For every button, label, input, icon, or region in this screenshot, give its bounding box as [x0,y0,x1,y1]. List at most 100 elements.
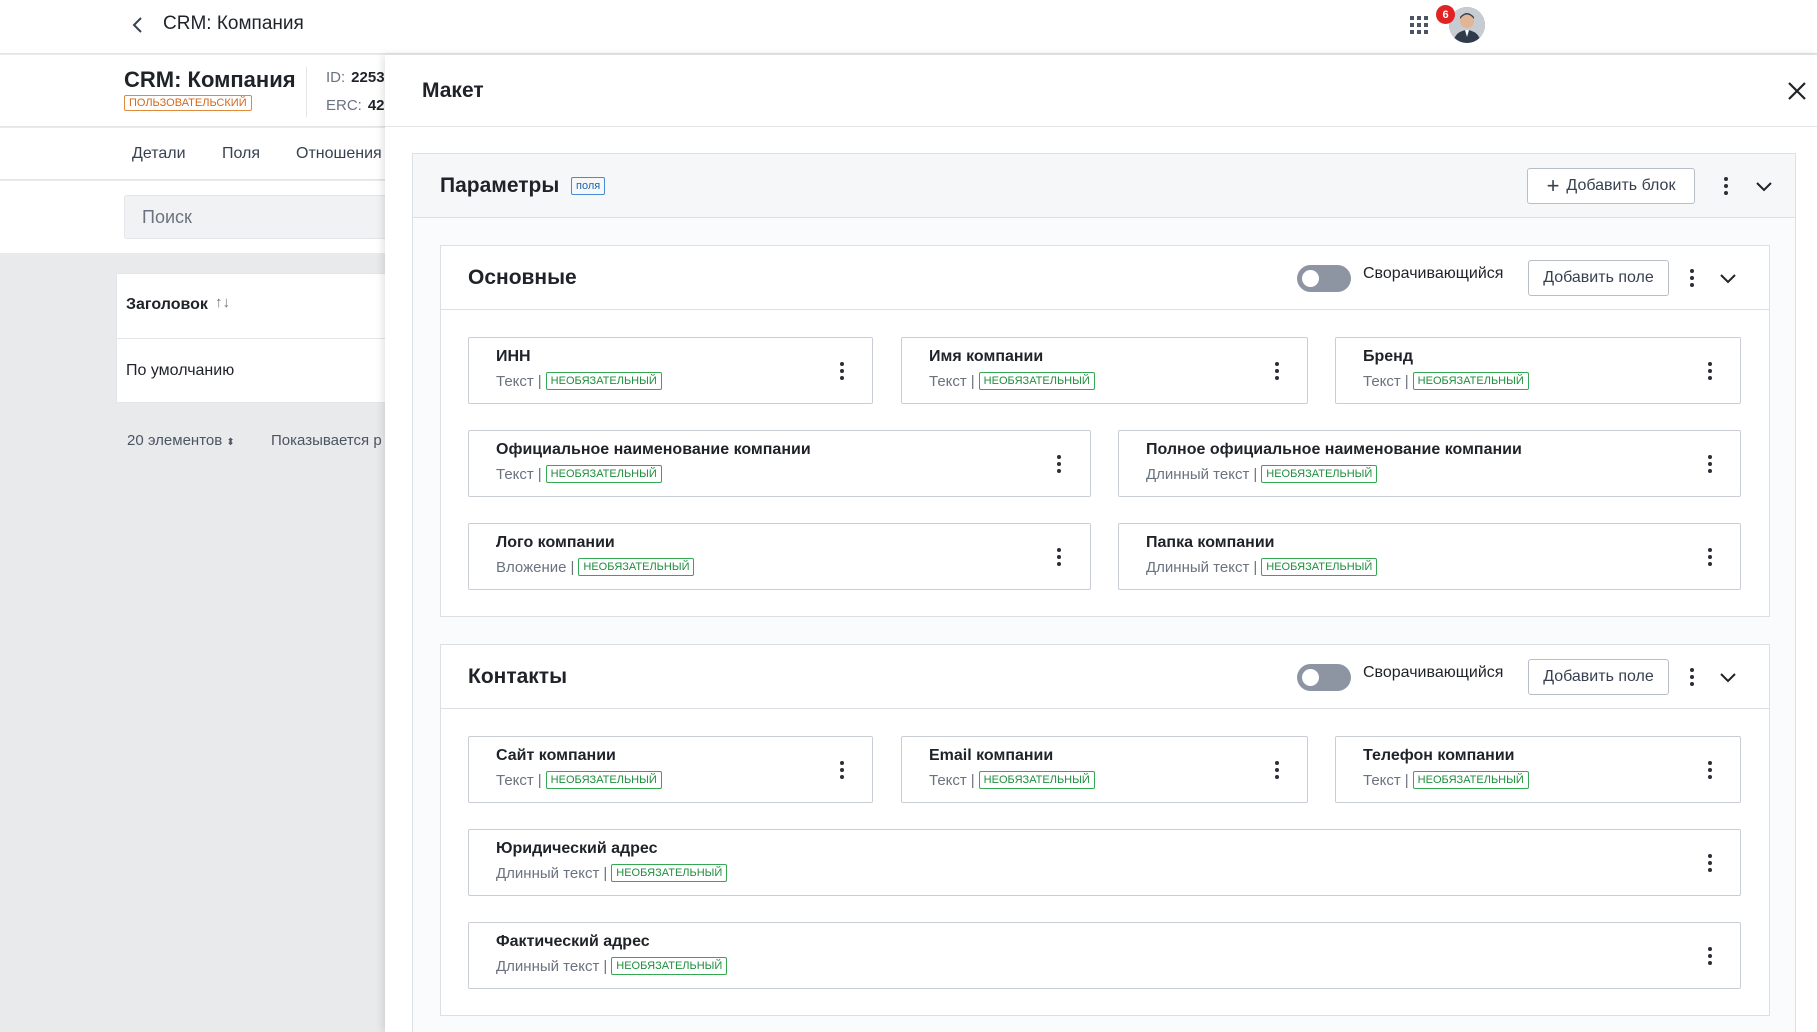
top-bar: CRM: Компания 6 [0,0,1817,54]
field-meta: Длинный текст | НЕОБЯЗАТЕЛЬНЫЙ [1146,558,1378,576]
block-title: Основные [468,266,577,289]
chevron-down-icon[interactable] [1754,176,1774,196]
close-icon[interactable] [1785,79,1809,103]
field-card[interactable]: Папка компании Длинный текст | НЕОБЯЗАТЕЛЬ… [1118,523,1741,590]
entity-tabs: Детали Поля Отношения [0,128,400,180]
field-card[interactable]: Лого компании Вложение | НЕОБЯЗАТЕЛЬНЫЙ [468,523,1091,590]
field-name: Папка компании [1146,534,1275,551]
section-header: Параметры поля + Добавить блок [413,154,1795,218]
row-divider [117,338,415,339]
custom-type-badge: ПОЛЬЗОВАТЕЛЬСКИЙ [124,95,252,111]
field-more-icon[interactable] [1049,450,1069,478]
field-type: Текст [929,771,967,789]
plus-icon: + [1546,173,1560,198]
optional-badge: НЕОБЯЗАТЕЛЬНЫЙ [1412,771,1529,789]
field-meta: Текст | НЕОБЯЗАТЕЛЬНЫЙ [496,465,662,483]
block-title: Контакты [468,665,568,688]
table-row[interactable]: По умолчанию [126,362,234,380]
field-card[interactable]: Телефон компании Текст | НЕОБЯЗАТЕЛЬНЫЙ [1335,736,1741,803]
field-meta: Текст | НЕОБЯЗАТЕЛЬНЫЙ [496,771,662,789]
field-card[interactable]: Официальное наименование компании Текст |… [468,430,1091,497]
optional-badge: НЕОБЯЗАТЕЛЬНЫЙ [611,957,728,975]
header-divider [306,67,307,117]
tab-details[interactable]: Детали [132,145,186,163]
field-name: Email компании [929,747,1054,764]
optional-badge: НЕОБЯЗАТЕЛЬНЫЙ [1261,465,1378,483]
field-type: Длинный текст [1146,465,1250,483]
section-more-icon[interactable] [1716,172,1736,200]
field-meta: Текст | НЕОБЯЗАТЕЛЬНЫЙ [929,771,1095,789]
field-type: Текст [1363,771,1401,789]
search-input[interactable]: Поиск [124,195,424,239]
entity-id: ID: 2253 [326,69,385,86]
field-type: Текст [1363,372,1401,390]
field-meta: Текст | НЕОБЯЗАТЕЛЬНЫЙ [1363,771,1529,789]
chevron-down-icon[interactable] [1718,667,1738,687]
field-meta: Длинный текст | НЕОБЯЗАТЕЛЬНЫЙ [496,957,728,975]
apps-grid-icon[interactable] [1408,14,1430,36]
field-card[interactable]: Имя компании Текст | НЕОБЯЗАТЕЛЬНЫЙ [901,337,1308,404]
column-header-title: Заголовок [126,296,208,313]
sort-icon[interactable]: ↑↓ [215,294,230,311]
field-meta: Текст | НЕОБЯЗАТЕЛЬНЫЙ [929,372,1095,390]
field-meta: Длинный текст | НЕОБЯЗАТЕЛЬНЫЙ [496,864,728,882]
field-more-icon[interactable] [1700,756,1720,784]
field-more-icon[interactable] [1700,849,1720,877]
add-field-button[interactable]: Добавить поле [1528,659,1669,695]
tab-fields[interactable]: Поля [222,145,260,163]
field-more-icon[interactable] [832,756,852,784]
parameters-section: Параметры поля + Добавить блок Основные … [412,153,1796,1032]
collapsible-toggle[interactable] [1297,265,1351,292]
field-card[interactable]: Полное официальное наименование компании… [1118,430,1741,497]
tab-relations[interactable]: Отношения [296,145,382,163]
field-type: Текст [496,465,534,483]
field-card[interactable]: Фактический адрес Длинный текст | НЕОБЯЗАТ… [468,922,1741,989]
field-name: Официальное наименование компании [496,441,811,458]
field-more-icon[interactable] [832,357,852,385]
collapsible-toggle[interactable] [1297,664,1351,691]
add-block-button[interactable]: + Добавить блок [1527,168,1695,204]
block-more-icon[interactable] [1682,264,1702,292]
layouts-table: Заголовок ↑↓ По умолчанию [116,273,416,403]
field-more-icon[interactable] [1700,942,1720,970]
field-card[interactable]: Email компании Текст | НЕОБЯЗАТЕЛЬНЫЙ [901,736,1308,803]
field-card[interactable]: Сайт компании Текст | НЕОБЯЗАТЕЛЬНЫЙ [468,736,873,803]
optional-badge: НЕОБЯЗАТЕЛЬНЫЙ [611,864,728,882]
optional-badge: НЕОБЯЗАТЕЛЬНЫЙ [545,372,662,390]
search-area: Поиск [0,181,424,253]
field-card[interactable]: ИНН Текст | НЕОБЯЗАТЕЛЬНЫЙ [468,337,873,404]
field-meta: Текст | НЕОБЯЗАТЕЛЬНЫЙ [496,372,662,390]
field-more-icon[interactable] [1049,543,1069,571]
field-name: Имя компании [929,348,1044,365]
field-meta: Вложение | НЕОБЯЗАТЕЛЬНЫЙ [496,558,695,576]
field-more-icon[interactable] [1267,756,1287,784]
field-more-icon[interactable] [1700,357,1720,385]
optional-badge: НЕОБЯЗАТЕЛЬНЫЙ [1412,372,1529,390]
field-name: Телефон компании [1363,747,1515,764]
chevron-down-icon[interactable] [1718,268,1738,288]
field-card[interactable]: Юридический адрес Длинный текст | НЕОБЯЗАТ… [468,829,1741,896]
field-more-icon[interactable] [1700,543,1720,571]
page-size-select[interactable]: 20 элементов ⬍ [127,432,235,449]
back-arrow-icon[interactable] [128,15,148,35]
optional-badge: НЕОБЯЗАТЕЛЬНЫЙ [978,372,1095,390]
collapsible-label: Сворачивающийся [1363,265,1504,282]
field-card[interactable]: Бренд Текст | НЕОБЯЗАТЕЛЬНЫЙ [1335,337,1741,404]
field-more-icon[interactable] [1700,450,1720,478]
field-more-icon[interactable] [1267,357,1287,385]
field-name: Юридический адрес [496,840,658,857]
notification-badge[interactable]: 6 [1436,5,1455,24]
field-name: Полное официальное наименование компании [1146,441,1522,458]
field-name: Сайт компании [496,747,616,764]
field-name: Бренд [1363,348,1413,365]
field-type: Текст [929,372,967,390]
field-name: Фактический адрес [496,933,650,950]
field-meta: Длинный текст | НЕОБЯЗАТЕЛЬНЫЙ [1146,465,1378,483]
pagination-info: Показывается р [271,432,382,449]
add-field-button[interactable]: Добавить поле [1528,260,1669,296]
field-type: Длинный текст [1146,558,1250,576]
block-more-icon[interactable] [1682,663,1702,691]
collapsible-label: Сворачивающийся [1363,664,1504,681]
block-contacts: Контакты Сворачивающийся Добавить поле С… [440,644,1770,1016]
field-type: Текст [496,372,534,390]
